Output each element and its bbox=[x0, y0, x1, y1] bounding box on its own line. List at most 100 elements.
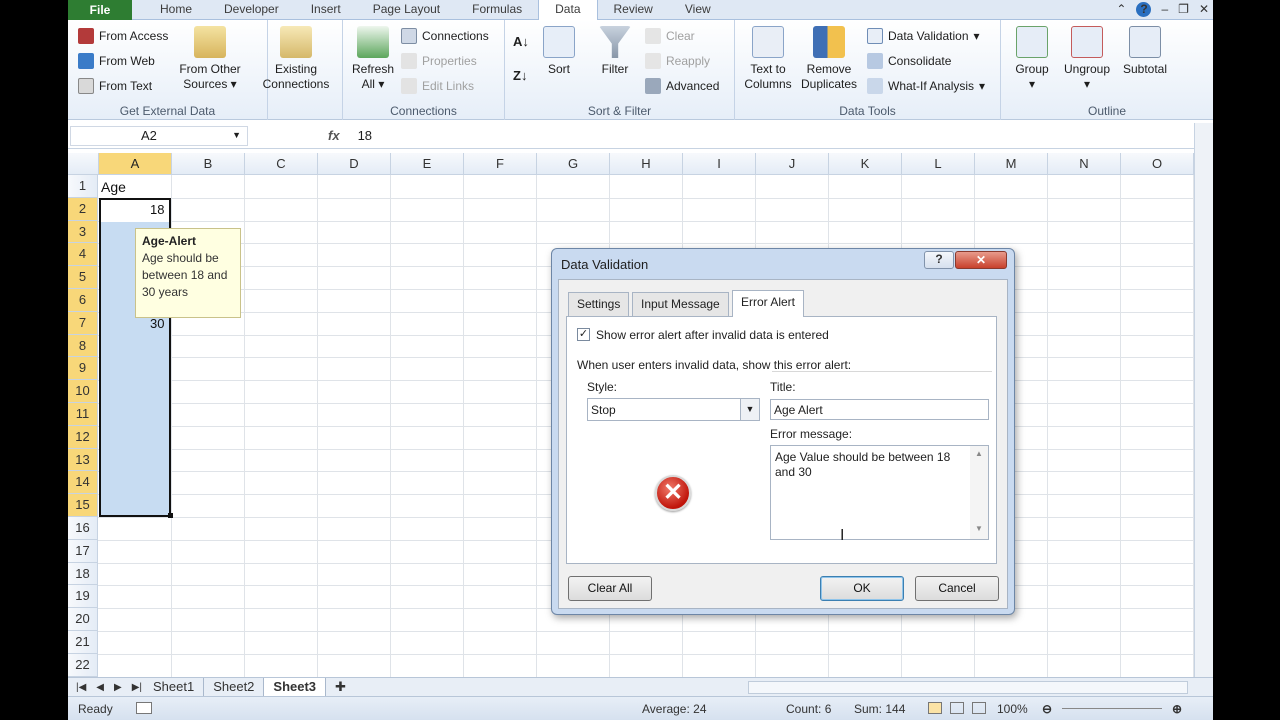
column-header-d[interactable]: D bbox=[318, 153, 391, 175]
textarea-scrollbar[interactable]: ▲ ▼ bbox=[970, 446, 988, 539]
sheet-tab-sheet1[interactable]: Sheet1 bbox=[144, 678, 205, 696]
row-header-7[interactable]: 7 bbox=[68, 311, 98, 335]
tab-error-alert[interactable]: Error Alert bbox=[732, 290, 805, 317]
close-icon[interactable]: ✕ bbox=[1199, 2, 1209, 16]
row-header-22[interactable]: 22 bbox=[68, 653, 98, 677]
horizontal-scrollbar[interactable] bbox=[748, 681, 1188, 694]
column-header-g[interactable]: G bbox=[537, 153, 610, 175]
filter-button[interactable]: Filter bbox=[595, 26, 635, 77]
row-header-18[interactable]: 18 bbox=[68, 562, 98, 586]
from-other-sources-button[interactable]: From Other Sources ▾ bbox=[173, 26, 247, 92]
zoom-slider[interactable] bbox=[1062, 708, 1162, 709]
what-if-analysis-button[interactable]: What-If Analysis ▾ bbox=[867, 78, 985, 94]
clear-button[interactable]: Clear bbox=[645, 28, 695, 44]
tab-formulas[interactable]: Formulas bbox=[456, 0, 538, 20]
tab-insert[interactable]: Insert bbox=[295, 0, 357, 20]
existing-connections-button[interactable]: Existing Connections bbox=[256, 26, 336, 92]
column-header-b[interactable]: B bbox=[172, 153, 245, 175]
minimize-icon[interactable]: – bbox=[1161, 2, 1168, 16]
column-header-o[interactable]: O bbox=[1121, 153, 1194, 175]
tab-settings[interactable]: Settings bbox=[568, 292, 630, 316]
style-select[interactable]: Stop ▼ bbox=[587, 398, 760, 421]
tab-view[interactable]: View bbox=[669, 0, 727, 20]
connections-button[interactable]: Connections bbox=[401, 28, 489, 44]
normal-view-icon[interactable] bbox=[928, 702, 942, 714]
edit-links-button[interactable]: Edit Links bbox=[401, 78, 474, 94]
ok-button[interactable]: OK bbox=[820, 576, 904, 601]
row-header-1[interactable]: 1 bbox=[68, 175, 98, 198]
row-header-16[interactable]: 16 bbox=[68, 517, 98, 540]
from-text-button[interactable]: From Text bbox=[78, 78, 152, 94]
row-header-6[interactable]: 6 bbox=[68, 289, 98, 312]
row-header-15[interactable]: 15 bbox=[68, 494, 98, 517]
row-header-11[interactable]: 11 bbox=[68, 403, 98, 426]
restore-icon[interactable]: ❐ bbox=[1178, 2, 1189, 16]
row-header-20[interactable]: 20 bbox=[68, 608, 98, 631]
row-header-12[interactable]: 12 bbox=[68, 425, 98, 449]
cell-a7[interactable]: 30 bbox=[150, 316, 164, 331]
dialog-close-button[interactable]: ✕ bbox=[955, 251, 1007, 269]
advanced-button[interactable]: Advanced bbox=[645, 78, 719, 94]
page-layout-view-icon[interactable] bbox=[950, 702, 964, 714]
prev-sheet-icon[interactable]: ◀ bbox=[96, 682, 104, 693]
row-header-10[interactable]: 10 bbox=[68, 380, 98, 403]
chevron-down-icon[interactable]: ▼ bbox=[232, 130, 241, 140]
from-access-button[interactable]: From Access bbox=[78, 28, 168, 44]
row-header-9[interactable]: 9 bbox=[68, 357, 98, 381]
row-header-2[interactable]: 2 bbox=[68, 197, 98, 221]
row-header-19[interactable]: 19 bbox=[68, 585, 98, 609]
select-all-corner[interactable] bbox=[68, 153, 99, 175]
help-icon[interactable]: ? bbox=[1136, 1, 1152, 17]
zoom-level[interactable]: 100% bbox=[997, 702, 1028, 716]
row-header-13[interactable]: 13 bbox=[68, 448, 98, 472]
cancel-button[interactable]: Cancel bbox=[915, 576, 999, 601]
data-validation-button[interactable]: Data Validation ▾ bbox=[867, 28, 980, 44]
column-header-j[interactable]: J bbox=[756, 153, 829, 175]
sort-az-button[interactable]: A↓ bbox=[513, 34, 529, 49]
group-button[interactable]: Group ▾ bbox=[1007, 26, 1057, 92]
from-web-button[interactable]: From Web bbox=[78, 53, 155, 69]
zoom-out-icon[interactable]: ⊖ bbox=[1042, 702, 1052, 716]
properties-button[interactable]: Properties bbox=[401, 53, 477, 69]
column-header-l[interactable]: L bbox=[902, 153, 975, 175]
row-header-21[interactable]: 21 bbox=[68, 631, 98, 654]
remove-duplicates-button[interactable]: Remove Duplicates bbox=[797, 26, 861, 92]
row-header-8[interactable]: 8 bbox=[68, 334, 98, 358]
sheet-tab-sheet3[interactable]: Sheet3 bbox=[264, 678, 327, 696]
column-header-i[interactable]: I bbox=[683, 153, 756, 175]
row-header-17[interactable]: 17 bbox=[68, 539, 98, 563]
sort-button[interactable]: Sort bbox=[541, 26, 577, 77]
tab-page-layout[interactable]: Page Layout bbox=[357, 0, 456, 20]
column-header-c[interactable]: C bbox=[245, 153, 318, 175]
row-header-4[interactable]: 4 bbox=[68, 243, 98, 267]
column-header-f[interactable]: F bbox=[464, 153, 537, 175]
column-header-k[interactable]: K bbox=[829, 153, 902, 175]
title-input[interactable]: Age Alert bbox=[770, 399, 989, 420]
column-header-a[interactable]: A bbox=[99, 153, 172, 175]
sort-za-button[interactable]: Z↓ bbox=[513, 68, 527, 83]
column-header-m[interactable]: M bbox=[975, 153, 1048, 175]
clear-all-button[interactable]: Clear All bbox=[568, 576, 652, 601]
insert-function-icon[interactable]: fx bbox=[328, 128, 340, 143]
sheet-tab-sheet2[interactable]: Sheet2 bbox=[204, 678, 265, 696]
first-sheet-icon[interactable]: |◀ bbox=[76, 682, 86, 693]
last-sheet-icon[interactable]: ▶| bbox=[132, 682, 142, 693]
show-error-alert-checkbox[interactable]: ✓ bbox=[577, 328, 590, 341]
formula-input[interactable]: 18 bbox=[358, 128, 372, 143]
subtotal-button[interactable]: Subtotal bbox=[1117, 26, 1173, 77]
error-message-textarea[interactable]: Age Value should be between 18 and 30 ▲ ▼ bbox=[770, 445, 989, 540]
cell-a1[interactable]: Age bbox=[101, 179, 126, 195]
name-box[interactable]: A2 ▼ bbox=[70, 125, 248, 146]
reapply-button[interactable]: Reapply bbox=[645, 53, 710, 69]
ungroup-button[interactable]: Ungroup ▾ bbox=[1059, 26, 1115, 92]
column-header-h[interactable]: H bbox=[610, 153, 683, 175]
cell-a2[interactable]: 18 bbox=[150, 202, 164, 217]
ribbon-minimize-icon[interactable]: ⌃ bbox=[1116, 2, 1126, 16]
next-sheet-icon[interactable]: ▶ bbox=[114, 682, 122, 693]
row-header-14[interactable]: 14 bbox=[68, 471, 98, 495]
fill-handle[interactable] bbox=[168, 513, 173, 518]
insert-sheet-icon[interactable]: ✚ bbox=[326, 678, 355, 696]
tab-file[interactable]: File bbox=[68, 0, 132, 20]
row-header-3[interactable]: 3 bbox=[68, 220, 98, 244]
text-to-columns-button[interactable]: Text to Columns bbox=[739, 26, 797, 92]
